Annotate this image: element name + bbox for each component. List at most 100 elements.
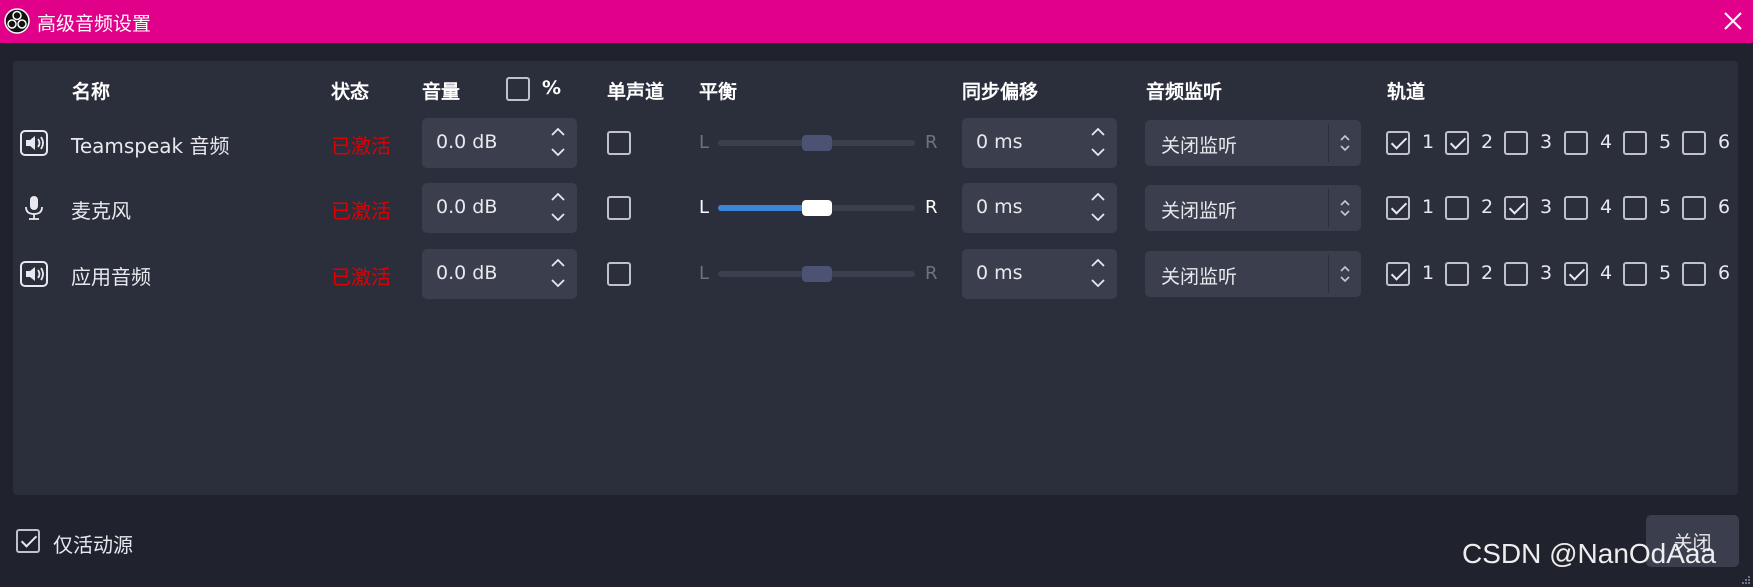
chevron-up-icon[interactable] [549, 126, 567, 138]
balance-slider[interactable] [718, 266, 915, 282]
source-name: 麦克风 [71, 199, 131, 223]
track-4-checkbox[interactable] [1564, 262, 1588, 286]
track-label: 6 [1718, 131, 1731, 153]
monitoring-dropdown[interactable]: 关闭监听 [1145, 251, 1361, 297]
active-only-label: 仅活动源 [53, 533, 133, 557]
chevron-up-icon[interactable] [1089, 257, 1107, 269]
balance-right-label: R [925, 132, 938, 153]
source-name: 应用音频 [71, 265, 151, 289]
volume-spinbox[interactable]: 0.0 dB [422, 183, 577, 233]
monitoring-value: 关闭监听 [1161, 200, 1238, 222]
track-label: 2 [1481, 262, 1494, 284]
percent-checkbox[interactable] [506, 77, 530, 101]
monitoring-dropdown[interactable]: 关闭监听 [1145, 120, 1361, 166]
track-5-checkbox[interactable] [1623, 196, 1647, 220]
track-label: 4 [1600, 196, 1613, 218]
track-3-checkbox[interactable] [1504, 196, 1528, 220]
obs-logo-icon [4, 8, 30, 34]
balance-left-label: L [699, 132, 710, 153]
balance-left-label: L [699, 263, 710, 284]
header-percent: % [542, 77, 562, 99]
balance-handle[interactable] [802, 266, 832, 282]
up-down-chevron-icon [1340, 199, 1350, 217]
track-1-checkbox[interactable] [1386, 196, 1410, 220]
track-2-checkbox[interactable] [1445, 131, 1469, 155]
track-1-checkbox[interactable] [1386, 262, 1410, 286]
track-6-checkbox[interactable] [1682, 196, 1706, 220]
track-label: 1 [1422, 196, 1435, 218]
chevron-up-icon[interactable] [1089, 191, 1107, 203]
track-1-checkbox[interactable] [1386, 131, 1410, 155]
sync-offset-spinbox[interactable]: 0 ms [962, 118, 1117, 168]
header-monitoring: 音频监听 [1146, 81, 1223, 103]
active-only-checkbox[interactable] [16, 529, 40, 553]
track-label: 2 [1481, 131, 1494, 153]
up-down-chevron-icon [1340, 134, 1350, 152]
header-name: 名称 [72, 81, 111, 103]
status-label: 已激活 [331, 134, 391, 158]
balance-handle[interactable] [802, 200, 832, 216]
track-label: 3 [1540, 262, 1553, 284]
balance-right-label: R [925, 263, 938, 284]
balance-slider[interactable] [718, 135, 915, 151]
track-2-checkbox[interactable] [1445, 196, 1469, 220]
balance-handle[interactable] [802, 135, 832, 151]
mono-checkbox[interactable] [607, 131, 631, 155]
track-6-checkbox[interactable] [1682, 262, 1706, 286]
close-icon[interactable] [1721, 9, 1745, 33]
source-name: Teamspeak 音频 [71, 134, 230, 158]
sync-offset-spinbox[interactable]: 0 ms [962, 183, 1117, 233]
chevron-down-icon[interactable] [1089, 211, 1107, 223]
monitoring-dropdown[interactable]: 关闭监听 [1145, 185, 1361, 231]
track-2-checkbox[interactable] [1445, 262, 1469, 286]
header-status: 状态 [331, 81, 370, 103]
track-label: 5 [1659, 262, 1672, 284]
balance-left-label: L [699, 197, 710, 218]
volume-value: 0.0 dB [436, 196, 498, 218]
mono-checkbox[interactable] [607, 262, 631, 286]
speaker-icon [20, 261, 48, 287]
speaker-icon [20, 130, 48, 156]
dropdown-separator [1328, 189, 1329, 227]
chevron-up-icon[interactable] [549, 257, 567, 269]
track-label: 4 [1600, 131, 1613, 153]
volume-spinbox[interactable]: 0.0 dB [422, 249, 577, 299]
track-4-checkbox[interactable] [1564, 131, 1588, 155]
track-4-checkbox[interactable] [1564, 196, 1588, 220]
track-label: 3 [1540, 131, 1553, 153]
chevron-down-icon[interactable] [549, 277, 567, 289]
track-6-checkbox[interactable] [1682, 131, 1706, 155]
track-label: 1 [1422, 131, 1435, 153]
up-down-chevron-icon [1340, 265, 1350, 283]
audio-sources-panel [13, 61, 1738, 495]
track-3-checkbox[interactable] [1504, 262, 1528, 286]
balance-slider[interactable] [718, 200, 915, 216]
mono-checkbox[interactable] [607, 196, 631, 220]
chevron-up-icon[interactable] [549, 191, 567, 203]
chevron-down-icon[interactable] [1089, 146, 1107, 158]
chevron-down-icon[interactable] [549, 211, 567, 223]
track-label: 3 [1540, 196, 1553, 218]
sync-offset-value: 0 ms [976, 131, 1023, 153]
volume-spinbox[interactable]: 0.0 dB [422, 118, 577, 168]
track-label: 5 [1659, 131, 1672, 153]
sync-offset-spinbox[interactable]: 0 ms [962, 249, 1117, 299]
track-label: 6 [1718, 196, 1731, 218]
track-label: 6 [1718, 262, 1731, 284]
resize-grip-icon[interactable] [1741, 575, 1751, 585]
chevron-down-icon[interactable] [549, 146, 567, 158]
track-label: 4 [1600, 262, 1613, 284]
chevron-down-icon[interactable] [1089, 277, 1107, 289]
header-tracks: 轨道 [1387, 81, 1426, 103]
track-3-checkbox[interactable] [1504, 131, 1528, 155]
header-sync-offset: 同步偏移 [962, 81, 1039, 103]
track-5-checkbox[interactable] [1623, 131, 1647, 155]
monitoring-value: 关闭监听 [1161, 266, 1238, 288]
chevron-up-icon[interactable] [1089, 126, 1107, 138]
title-bar: 高级音频设置 [0, 0, 1753, 43]
watermark-text: CSDN @NanOdAaa [1462, 538, 1717, 569]
microphone-icon [25, 196, 43, 220]
window-title: 高级音频设置 [37, 13, 152, 35]
track-5-checkbox[interactable] [1623, 262, 1647, 286]
sync-offset-value: 0 ms [976, 262, 1023, 284]
